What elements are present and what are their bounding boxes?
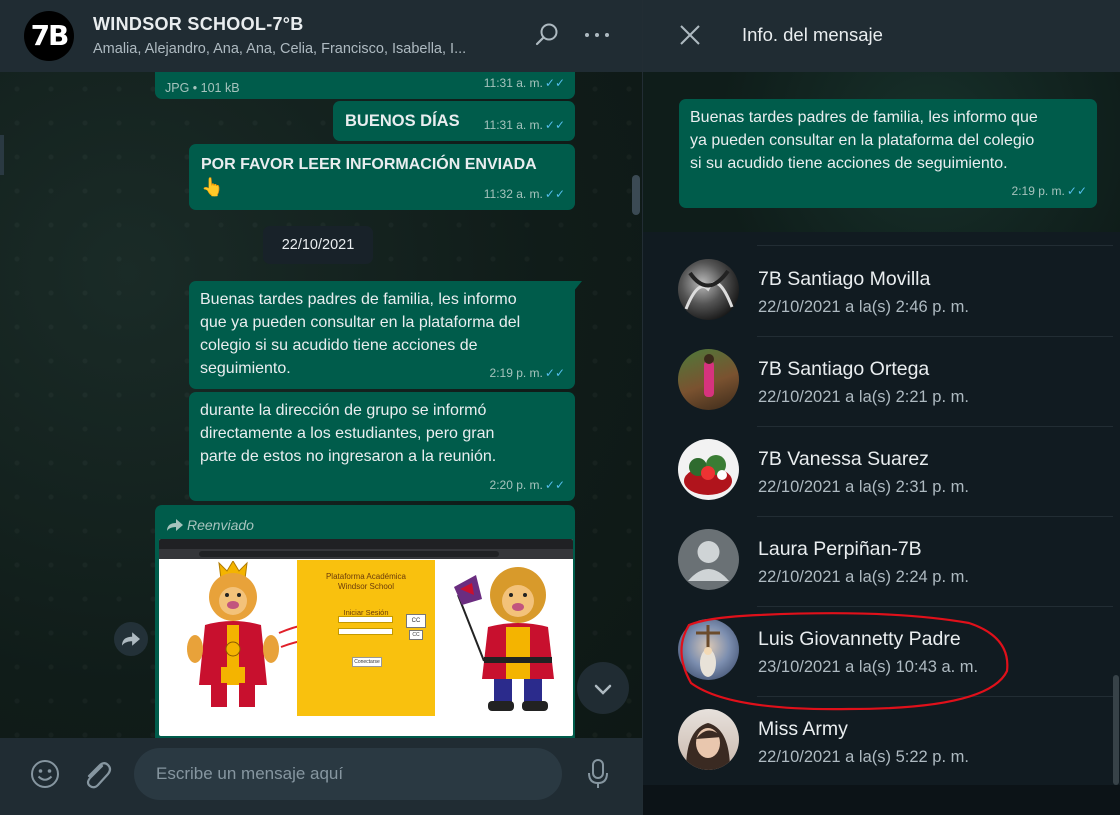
avatar[interactable] <box>678 439 739 500</box>
avatar[interactable] <box>678 709 739 770</box>
message-bubble[interactable]: durante la dirección de grupo se informó… <box>189 392 575 501</box>
recipient-time: 22/10/2021 a la(s) 5:22 p. m. <box>758 748 969 766</box>
double-check-icon: ✓✓ <box>544 118 565 132</box>
group-avatar[interactable]: 7B <box>24 11 74 61</box>
lion-mascot-left <box>187 561 279 707</box>
message-input-wrapper <box>134 748 562 800</box>
double-check-icon: ✓✓ <box>544 76 565 90</box>
emoji-icon[interactable] <box>29 758 61 795</box>
pane-edge-marker <box>0 135 4 175</box>
pointing-up-emoji: 👆 <box>201 177 224 197</box>
image-message-footer[interactable]: JPG • 101 kB 11:31 a. m. ✓✓ <box>155 72 575 99</box>
divider <box>757 245 1113 246</box>
message-text: Buenas tardes padres de familia, les inf… <box>200 291 521 377</box>
chat-pane: 7B WINDSOR SCHOOL-7°B Amalia, Alejandro,… <box>0 0 642 815</box>
double-check-icon: ✓✓ <box>544 187 565 201</box>
chat-scrollbar[interactable] <box>632 175 640 215</box>
recipient-name: Miss Army <box>758 718 848 740</box>
lion-mascot-right <box>454 567 554 711</box>
divider <box>757 516 1113 517</box>
chat-members[interactable]: Amalia, Alejandro, Ana, Ana, Celia, Fran… <box>93 41 503 57</box>
message-info-pane: Info. del mensaje Buenas tardes padres d… <box>642 0 1120 815</box>
attach-icon[interactable] <box>82 758 112 795</box>
info-scrollbar[interactable] <box>1113 675 1119 785</box>
double-check-icon: ✓✓ <box>544 478 565 492</box>
forwarded-image-message[interactable]: Reenviado Plataforma Académica Windsor S… <box>155 505 575 745</box>
message-time: 11:32 a. m. ✓✓ <box>483 187 565 201</box>
mic-icon[interactable] <box>587 758 609 795</box>
divider <box>757 336 1113 337</box>
message-text: POR FAVOR LEER INFORMACIÓN ENVIADA <box>201 156 537 173</box>
preview-bubble: Buenas tardes padres de familia, les inf… <box>679 99 1097 208</box>
whatsapp-app: 7B WINDSOR SCHOOL-7°B Amalia, Alejandro,… <box>0 0 1120 815</box>
chat-header[interactable]: 7B WINDSOR SCHOOL-7°B Amalia, Alejandro,… <box>0 0 642 72</box>
browser-tabbar <box>159 539 573 549</box>
recipient-time: 22/10/2021 a la(s) 2:24 p. m. <box>758 568 969 586</box>
user-field <box>338 616 393 623</box>
share-icon[interactable] <box>114 622 148 656</box>
close-icon[interactable] <box>679 24 701 51</box>
recipient-name: Laura Perpiñan-7B <box>758 538 922 560</box>
message-time: 2:20 p. m. ✓✓ <box>489 478 565 492</box>
message-preview-area: Buenas tardes padres de familia, les inf… <box>643 72 1120 232</box>
recipient-time: 22/10/2021 a la(s) 2:31 p. m. <box>758 478 969 496</box>
avatar[interactable] <box>678 349 739 410</box>
search-icon[interactable] <box>534 22 560 53</box>
recipient-name: 7B Santiago Movilla <box>758 268 931 290</box>
recipient-name: 7B Santiago Ortega <box>758 358 930 380</box>
message-text: durante la dirección de grupo se informó… <box>200 402 497 465</box>
message-time: 11:31 a. m. ✓✓ <box>483 76 565 90</box>
screenshot-image[interactable]: Plataforma Académica Windsor School Inic… <box>159 539 573 736</box>
more-icon[interactable] <box>584 25 610 50</box>
preview-text: Buenas tardes padres de familia, les inf… <box>690 109 1038 172</box>
message-bubble[interactable]: BUENOS DÍAS 11:31 a. m. ✓✓ <box>333 101 575 141</box>
double-check-icon: ✓✓ <box>544 366 565 380</box>
panel-title: Plataforma Académica Windsor School <box>325 572 407 591</box>
default-avatar-icon[interactable] <box>678 529 739 590</box>
info-title: Info. del mensaje <box>742 24 883 45</box>
login-button: Conectarse <box>352 657 382 667</box>
chat-title[interactable]: WINDSOR SCHOOL-7°B <box>93 14 304 35</box>
message-bubble[interactable]: Buenas tardes padres de familia, les inf… <box>189 281 575 389</box>
bubble-tail <box>573 281 582 292</box>
message-text: BUENOS DÍAS <box>345 112 460 130</box>
forwarded-label: Reenviado <box>167 514 254 537</box>
divider <box>757 426 1113 427</box>
side-button: CC <box>409 630 423 640</box>
file-meta: JPG • 101 kB <box>165 81 240 95</box>
recipient-time: 22/10/2021 a la(s) 2:21 p. m. <box>758 388 969 406</box>
info-header: Info. del mensaje <box>643 0 1120 72</box>
chevron-down-icon[interactable] <box>577 662 629 714</box>
composer-bar <box>0 738 642 815</box>
double-check-icon: ✓✓ <box>1066 184 1087 198</box>
side-button: CC <box>406 614 426 628</box>
message-time: 11:31 a. m. ✓✓ <box>483 118 565 132</box>
message-time: 2:19 p. m. ✓✓ <box>489 366 565 380</box>
message-input[interactable] <box>134 748 562 800</box>
divider <box>757 606 1113 607</box>
password-field <box>338 628 393 635</box>
info-footer <box>643 785 1120 815</box>
avatar[interactable] <box>678 259 739 320</box>
recipient-time: 22/10/2021 a la(s) 2:46 p. m. <box>758 298 969 316</box>
red-highlight-ellipse <box>680 612 1009 711</box>
date-separator: 22/10/2021 <box>263 226 373 264</box>
recipient-name: 7B Vanessa Suarez <box>758 448 929 470</box>
browser-url <box>199 551 499 557</box>
message-bubble[interactable]: POR FAVOR LEER INFORMACIÓN ENVIADA 👆 11:… <box>189 144 575 210</box>
preview-time: 2:19 p. m. ✓✓ <box>1011 184 1087 198</box>
forward-arrow-icon <box>167 519 183 531</box>
